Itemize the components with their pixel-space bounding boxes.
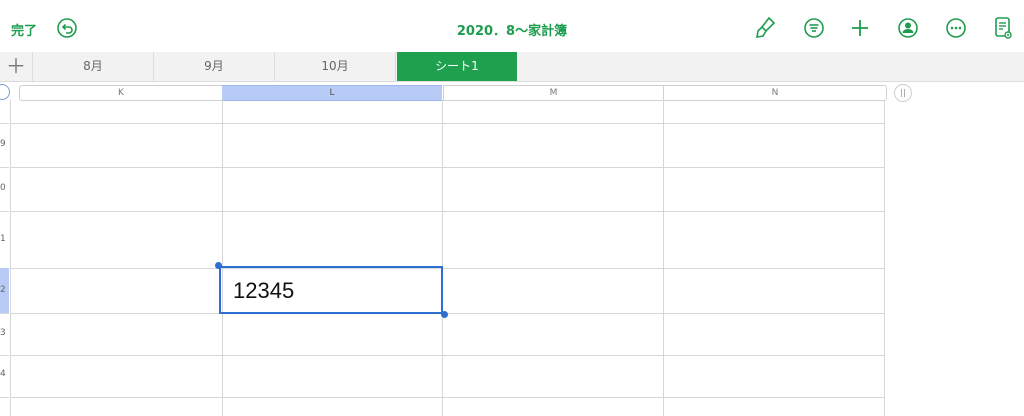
- sheet-tab-bar: ＋ 8月 9月 10月 シート1: [0, 52, 1024, 82]
- column-header-n[interactable]: N: [663, 85, 887, 101]
- row-separator: [0, 211, 9, 212]
- grid-line: [10, 167, 884, 168]
- tab-8-month[interactable]: 8月: [33, 52, 154, 81]
- row-separator: [0, 167, 9, 168]
- column-resize-handle[interactable]: ||: [894, 84, 912, 102]
- grid-line: [10, 100, 11, 416]
- row-header[interactable]: 1: [0, 234, 9, 244]
- row-header-selected[interactable]: 2: [0, 268, 9, 313]
- tab-sheet1[interactable]: シート1: [397, 52, 517, 81]
- grid-line: [222, 100, 223, 416]
- grid-line: [10, 123, 884, 124]
- grid-line: [442, 100, 443, 416]
- add-sheet-button[interactable]: ＋: [0, 52, 33, 81]
- row-header[interactable]: 4: [0, 369, 9, 379]
- row-separator: [0, 123, 9, 124]
- collaborate-icon[interactable]: [895, 15, 921, 41]
- selection-handle-bottom-right[interactable]: [441, 311, 448, 318]
- table-select-handle[interactable]: [0, 84, 10, 100]
- row-separator: [0, 355, 9, 356]
- grid-line: [10, 211, 884, 212]
- document-view-icon[interactable]: [990, 15, 1016, 41]
- paintbrush-icon[interactable]: [752, 15, 778, 41]
- row-header[interactable]: 3: [0, 328, 9, 338]
- toolbar: 完了 2020．8〜家計簿: [0, 0, 1024, 53]
- grid-line: [10, 268, 884, 269]
- grid-line: [10, 397, 884, 398]
- column-header-l[interactable]: L: [222, 85, 442, 101]
- row-header[interactable]: 0: [0, 183, 9, 193]
- tab-9-month[interactable]: 9月: [154, 52, 275, 81]
- row-header[interactable]: 9: [0, 139, 9, 149]
- add-icon[interactable]: [847, 15, 873, 41]
- row-separator: [0, 397, 9, 398]
- selection-handle-top-left[interactable]: [215, 262, 222, 269]
- grid-line: [10, 355, 884, 356]
- more-icon[interactable]: [943, 15, 969, 41]
- tab-10-month[interactable]: 10月: [275, 52, 396, 81]
- column-header-k[interactable]: K: [19, 85, 222, 101]
- grid-line: [884, 100, 885, 416]
- format-list-icon[interactable]: [801, 15, 827, 41]
- row-separator: [0, 313, 9, 314]
- grid-line: [663, 100, 664, 416]
- selected-cell[interactable]: 12345: [219, 266, 443, 314]
- column-header-m[interactable]: M: [443, 85, 663, 101]
- cell-value: 12345: [233, 278, 295, 303]
